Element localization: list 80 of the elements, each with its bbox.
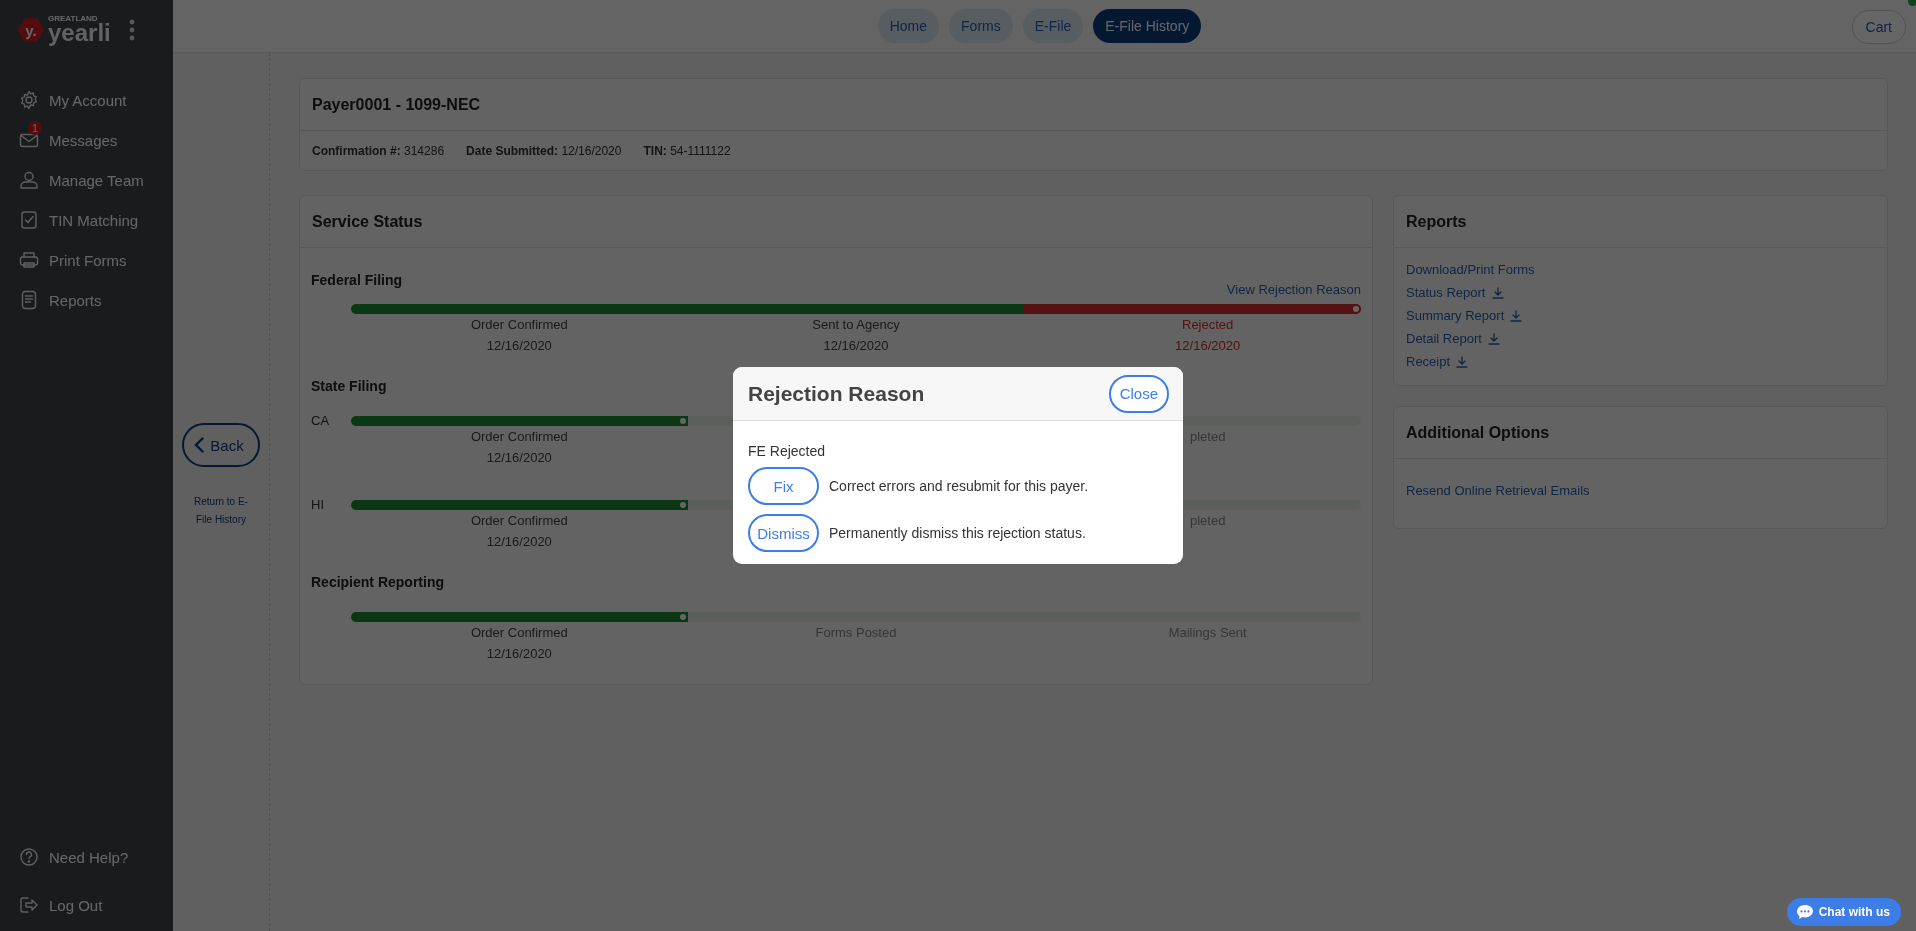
sidebar-item-label: Print Forms xyxy=(49,251,127,269)
step-date: 12/16/2020 xyxy=(1175,338,1241,353)
step-date: 12/16/2020 xyxy=(486,450,552,465)
detail-text: Date Submitted: 12/16/2020 xyxy=(466,143,622,158)
download-icon xyxy=(1487,332,1500,345)
nav-tab[interactable]: Home xyxy=(877,9,940,43)
section-heading: Recipient Reporting xyxy=(311,574,444,590)
dialog-title: Rejection Reason xyxy=(748,381,925,406)
step-date: 12/16/2020 xyxy=(486,646,552,661)
gear-icon xyxy=(19,90,39,110)
checkbox-icon xyxy=(19,210,39,230)
step-date: 12/16/2020 xyxy=(823,338,889,353)
logo-text: yearli xyxy=(48,21,111,45)
count-badge: 1 xyxy=(28,121,42,135)
action-description: Permanently dismiss this rejection status. xyxy=(829,525,1086,541)
report-link[interactable]: Status Report xyxy=(1406,283,1504,302)
step-label: Order Confirmed xyxy=(470,429,568,444)
nav-tab[interactable]: E-File xyxy=(1022,9,1084,43)
sidebar-item[interactable]: Log Out xyxy=(0,887,173,923)
step-label: Sent to Agency xyxy=(812,317,900,332)
printer-icon xyxy=(19,250,39,270)
step-label: Order Confirmed xyxy=(470,513,568,528)
sidebar-item-label: Log Out xyxy=(49,896,103,914)
step-date: 12/16/2020 xyxy=(486,338,552,353)
card-title: Payer0001 - 1099-NEC xyxy=(312,95,481,114)
step-label: Order Confirmed xyxy=(470,625,568,640)
report-link[interactable]: Download/Print Forms xyxy=(1406,260,1535,279)
kebab-menu-icon xyxy=(128,19,135,41)
detail-text: TIN: 54-1111122 xyxy=(643,143,731,158)
logo-mark: y. xyxy=(18,17,44,43)
document-icon xyxy=(19,290,39,310)
download-icon xyxy=(1456,355,1469,368)
return-link[interactable]: Return to E-File History xyxy=(186,493,256,529)
sidebar-item[interactable]: Print Forms xyxy=(0,242,173,278)
state-label: CA xyxy=(311,413,330,428)
action-description: Correct errors and resubmit for this payer. xyxy=(829,478,1089,494)
report-link[interactable]: Detail Report xyxy=(1406,329,1500,348)
report-link[interactable]: Receipt xyxy=(1406,352,1469,371)
sidebar-item[interactable]: Need Help? xyxy=(0,839,173,875)
download-icon xyxy=(1510,309,1523,322)
logo-tagline: GREATLAND xyxy=(48,15,99,23)
section-heading: Federal Filing xyxy=(311,272,402,288)
card-title: Reports xyxy=(1406,212,1467,231)
detail-text: Confirmation #: 314286 xyxy=(312,143,445,158)
chat-bubble-icon xyxy=(1795,904,1814,920)
report-link[interactable]: Summary Report xyxy=(1406,306,1523,325)
sidebar-item-label: Manage Team xyxy=(49,171,144,189)
sidebar-item-label: My Account xyxy=(49,91,127,109)
step-date: 12/16/2020 xyxy=(486,534,552,549)
sidebar-item[interactable]: Reports xyxy=(0,282,173,318)
back-button[interactable]: Back xyxy=(182,423,260,467)
card-title: Service Status xyxy=(312,212,423,231)
sidebar-item-label: Need Help? xyxy=(49,848,129,866)
view-reason-link[interactable]: View Rejection Reason xyxy=(1226,282,1361,298)
section-heading: State Filing xyxy=(311,378,387,394)
sidebar-item[interactable]: TIN Matching xyxy=(0,202,173,238)
action-button[interactable]: Dismiss xyxy=(748,514,819,552)
sidebar-item[interactable]: My Account xyxy=(0,82,173,118)
cart-button[interactable]: Cart xyxy=(1851,10,1906,44)
action-button[interactable]: Fix xyxy=(748,467,819,505)
card-title: Additional Options xyxy=(1406,423,1550,442)
sidebar-item-label: Messages xyxy=(49,131,118,149)
sidebar-item-label: TIN Matching xyxy=(49,211,139,229)
chevron-left-icon xyxy=(194,437,205,453)
logout-icon xyxy=(19,895,39,915)
status-text: FE Rejected xyxy=(748,443,826,459)
person-icon xyxy=(19,170,39,190)
state-label: HI xyxy=(311,497,324,512)
nav-tab[interactable]: E-File History xyxy=(1093,9,1202,43)
sidebar-item-label: Reports xyxy=(49,291,102,309)
nav-tab[interactable]: Forms xyxy=(949,9,1013,43)
chat-button[interactable]: Chat with us xyxy=(1786,898,1901,926)
sidebar-item[interactable]: 1 Messages xyxy=(0,122,173,158)
download-icon xyxy=(1491,286,1504,299)
resend-link[interactable]: Resend Online Retrieval Emails xyxy=(1406,481,1590,500)
sidebar-item[interactable]: Manage Team xyxy=(0,162,173,198)
close-button[interactable]: Close xyxy=(1108,374,1169,413)
help-icon xyxy=(19,847,39,867)
step-label: Order Confirmed xyxy=(470,317,568,332)
step-label: Rejected xyxy=(1182,317,1234,332)
